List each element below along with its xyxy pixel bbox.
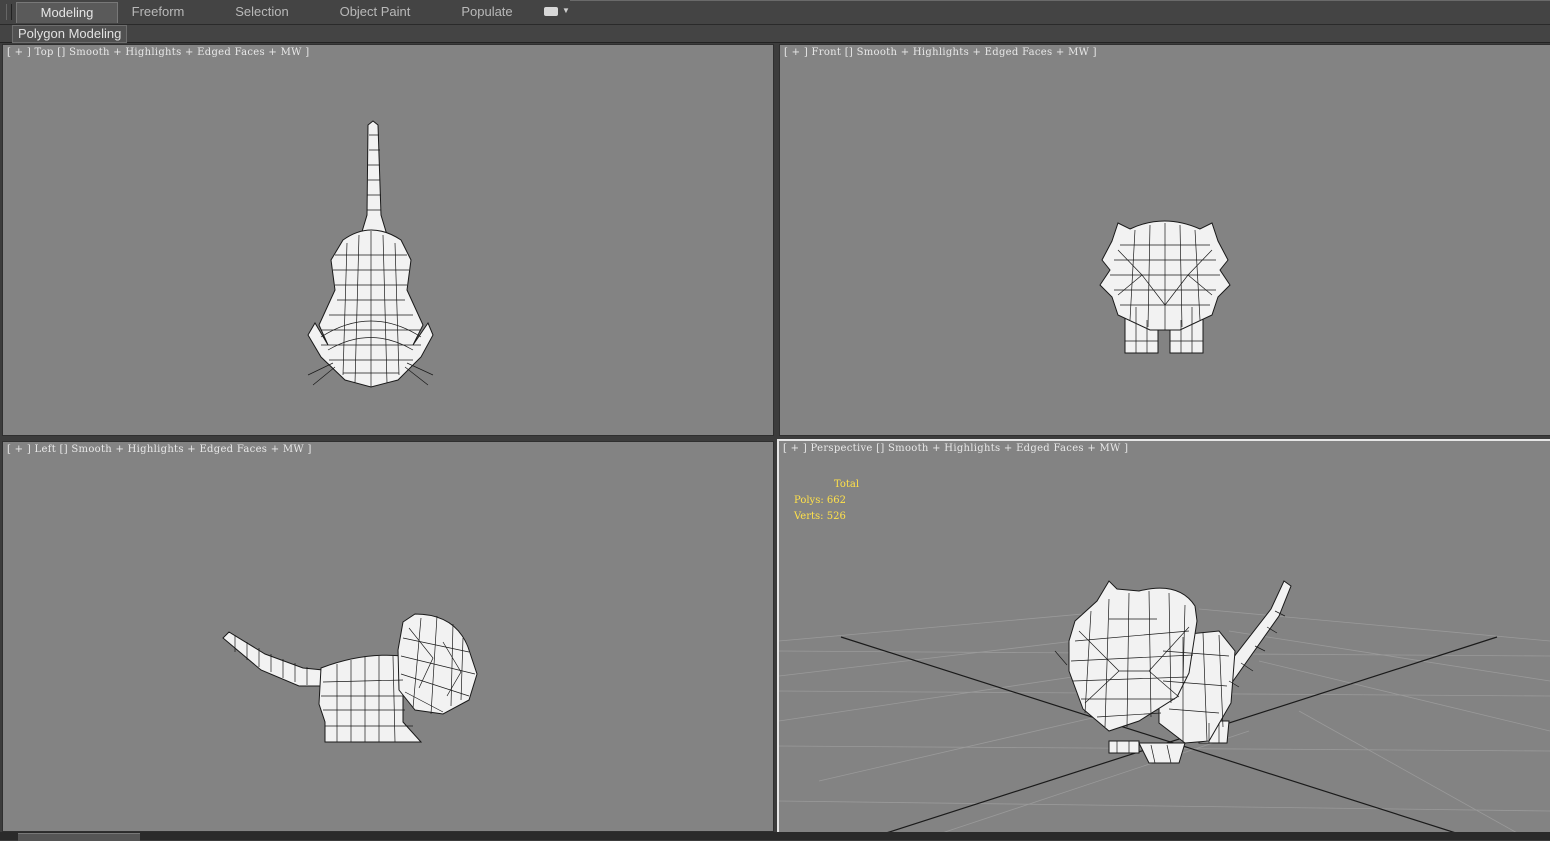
tab-freeform[interactable]: Freeform: [118, 2, 198, 22]
left-view-mesh: [222, 613, 478, 743]
front-view-mesh: [1099, 220, 1231, 354]
chevron-down-icon[interactable]: ▼: [562, 6, 570, 15]
tab-selection[interactable]: Selection: [222, 2, 302, 22]
viewport-left[interactable]: [ + ] Left [] Smooth + Highlights + Edge…: [2, 441, 774, 832]
perspective-view-scene: [779, 580, 1550, 834]
tab-modeling[interactable]: Modeling: [16, 2, 118, 23]
ribbon-panel: Polygon Modeling: [0, 25, 1550, 43]
polygon-modeling-panel-button[interactable]: Polygon Modeling: [12, 25, 128, 43]
tab-object-paint[interactable]: Object Paint: [330, 2, 420, 22]
viewport-front[interactable]: [ + ] Front [] Smooth + Highlights + Edg…: [779, 44, 1550, 436]
viewport-perspective[interactable]: [ + ] Perspective [] Smooth + Highlights…: [777, 439, 1550, 836]
tab-populate[interactable]: Populate: [450, 2, 524, 22]
viewport-top[interactable]: [ + ] Top [] Smooth + Highlights + Edged…: [2, 44, 774, 436]
ribbon-tab-bar: Modeling Freeform Selection Object Paint…: [0, 0, 1550, 25]
ribbon-divider: [570, 0, 1550, 1]
cat-model-perspective: [1068, 580, 1292, 764]
ribbon-grip-handle[interactable]: [6, 4, 12, 20]
ribbon-options-icon[interactable]: [544, 7, 558, 16]
status-bar: [0, 832, 1550, 840]
top-view-mesh: [307, 120, 434, 388]
